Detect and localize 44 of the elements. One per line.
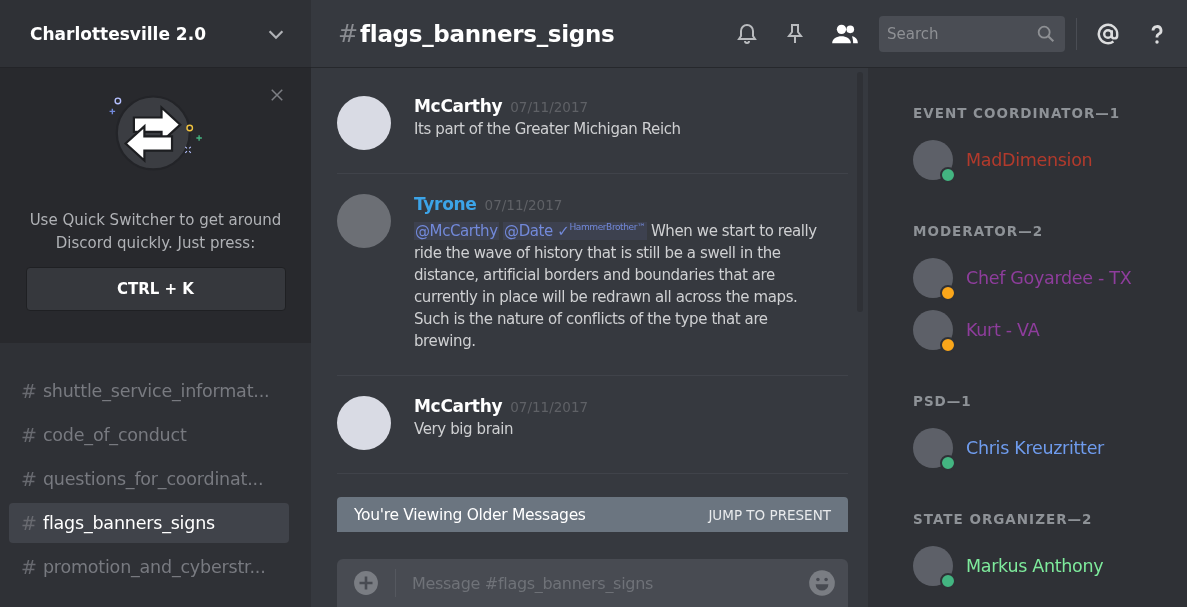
channel-item[interactable]: # promotion_and_cyberstr...: [9, 547, 289, 587]
member-avatar[interactable]: [913, 140, 953, 180]
hash-icon: #: [21, 380, 37, 402]
role-heading: EVENT COORDINATOR—1: [913, 105, 1122, 121]
member-name[interactable]: Chris Kreuzritter: [966, 438, 1105, 458]
role-heading: MODERATOR—2: [913, 223, 1045, 239]
hash-icon: #: [21, 468, 37, 490]
user-avatar[interactable]: [337, 396, 391, 450]
member-avatar[interactable]: [913, 546, 953, 586]
role-heading: PSD—1: [913, 393, 973, 409]
hash-icon: #: [21, 424, 37, 446]
user-mention[interactable]: @McCarthy: [414, 222, 499, 240]
channel-item[interactable]: # shuttle_service_informat...: [9, 371, 289, 411]
role-heading: STATE ORGANIZER—2: [913, 511, 1094, 527]
bell-icon[interactable]: [735, 21, 759, 46]
quick-switcher-hint: Use Quick Switcher to get around Discord quickly. Just press:: [28, 210, 283, 254]
jump-to-present-link[interactable]: JUMP TO PRESENT: [708, 506, 831, 523]
channel-item[interactable]: # flags_banners_signs: [9, 503, 289, 543]
author-name[interactable]: McCarthy: [414, 96, 503, 116]
channel-item[interactable]: # questions_for_coordinat...: [9, 459, 289, 499]
author-name[interactable]: McCarthy: [414, 396, 503, 416]
message-text: Its part of the Greater Michigan Reich: [414, 119, 682, 140]
member-avatar[interactable]: [913, 258, 953, 298]
server-name[interactable]: Charlottesville 2.0: [30, 23, 206, 44]
channel-item[interactable]: # code_of_conduct: [9, 415, 289, 455]
hash-icon: #: [21, 512, 37, 534]
message-text: @McCarthy @Date ✓$^{HammerBrother™}$ When we start to really ride the wave of history that is still be a swell in the distance, artificial borders and boundaries that are currently in place will be redrawn all across the maps. Such is the nature of conflicts of the type that are brewing.: [414, 221, 818, 352]
hash-icon: #: [21, 556, 37, 578]
message-text: Very big brain: [414, 419, 515, 440]
close-icon[interactable]: [268, 86, 286, 104]
member-name[interactable]: MadDimension: [966, 150, 1093, 170]
member-avatar[interactable]: [913, 428, 953, 468]
user-avatar[interactable]: [337, 96, 391, 150]
channel-title: flags_banners_signs: [360, 20, 615, 47]
member-name[interactable]: Kurt - VA: [966, 320, 1040, 340]
older-messages-notice: You're Viewing Older Messages: [354, 505, 586, 524]
search-field[interactable]: Search: [879, 15, 1065, 52]
member-name[interactable]: Chef Goyardee - TX: [966, 268, 1132, 288]
user-mention[interactable]: @Date ✓$^{HammerBrother™}$: [503, 222, 647, 240]
author-name[interactable]: Tyrone: [414, 194, 477, 214]
member-avatar[interactable]: [913, 310, 953, 350]
shortcut-button[interactable]: CTRL + K: [25, 267, 286, 311]
hash-icon: #: [338, 19, 359, 48]
member-name[interactable]: Markus Anthony: [966, 556, 1104, 576]
